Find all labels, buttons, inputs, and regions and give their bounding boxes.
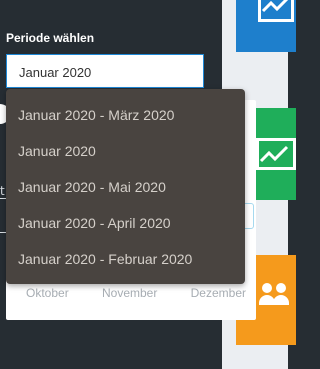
dropdown-option[interactable]: Januar 2020 - Mai 2020 — [18, 179, 166, 195]
month-row: Oktober November Dezember — [6, 286, 256, 300]
month-label[interactable]: Oktober — [26, 286, 69, 300]
dashboard-tile-blue[interactable] — [236, 0, 296, 52]
month-label[interactable]: Dezember — [191, 286, 246, 300]
dropdown-option[interactable]: Januar 2020 - Februar 2020 — [18, 251, 192, 267]
line-chart-icon — [256, 138, 296, 170]
partial-text: t — [0, 184, 5, 198]
period-dropdown-menu: Januar 2020 - März 2020 Januar 2020 Janu… — [6, 89, 245, 284]
month-label[interactable]: November — [102, 286, 157, 300]
period-select[interactable]: Januar 2020 — [6, 54, 204, 88]
chart-icon — [258, 0, 294, 22]
dropdown-option[interactable]: Januar 2020 - März 2020 — [18, 107, 174, 123]
dropdown-option[interactable]: Januar 2020 — [18, 143, 96, 159]
dropdown-option[interactable]: Januar 2020 - April 2020 — [18, 215, 171, 231]
period-label: Periode wählen — [6, 31, 95, 45]
users-icon — [256, 281, 296, 311]
